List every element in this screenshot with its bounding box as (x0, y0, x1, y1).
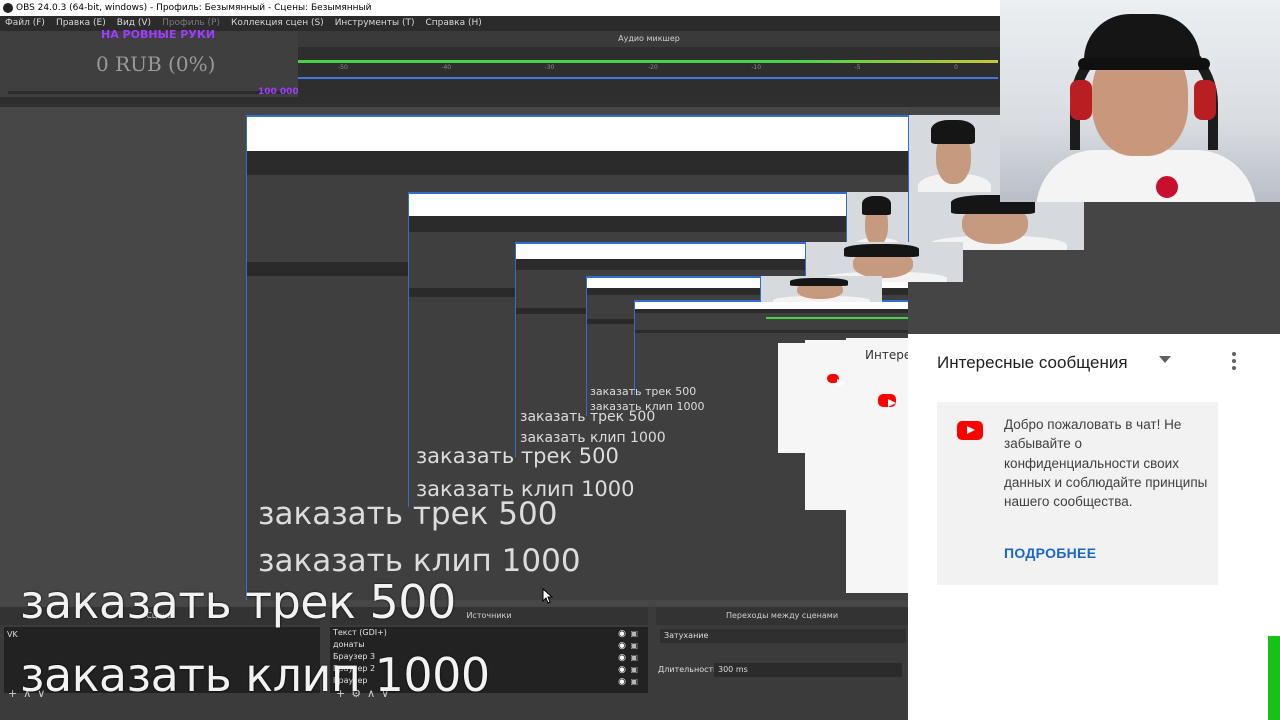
cap-visor (1078, 58, 1210, 70)
recursive-webcam (908, 115, 1000, 192)
order-clip-text: заказать клип 1000 (20, 648, 490, 702)
donation-goal-title: НА РОВНЫЕ РУКИ (101, 28, 216, 41)
streamer-shirt (1036, 150, 1256, 202)
source-name: Текст (GDI+) (333, 628, 387, 637)
headset-earcup (1194, 80, 1216, 120)
youtube-icon (957, 421, 983, 440)
meter-tick-label: -50 (338, 64, 348, 71)
volume-slider[interactable] (298, 77, 998, 79)
chat-welcome-card: Добро пожаловать в чат! Не забывайте о к… (937, 402, 1218, 585)
dock-separator (0, 97, 1000, 107)
mouse-cursor-icon (542, 588, 554, 604)
lock-icon[interactable]: ▣ (630, 676, 638, 688)
transitions-dock-title: Переходы между сценами (656, 607, 908, 625)
chat-header: Интересные сообщения (908, 334, 1280, 390)
obs-app-icon (3, 3, 13, 13)
youtube-icon (878, 394, 896, 407)
order-track-text: заказать трек 500 (20, 575, 456, 629)
meter-tick-label: -10 (751, 64, 762, 71)
recursive-chat-3 (778, 343, 805, 453)
transition-select[interactable]: Затухание (660, 629, 906, 643)
window-title: OBS 24.0.3 (64-bit, windows) - Профиль: … (16, 3, 372, 13)
audio-mixer-title: Аудио микшер (298, 31, 1000, 47)
audio-meter-scale: -50 -40 -30 -20 -10 -5 0 (298, 64, 998, 74)
green-screen-edge (1268, 636, 1280, 720)
window-titlebar: OBS 24.0.3 (64-bit, windows) - Профиль: … (0, 0, 1000, 16)
team-logo (1156, 176, 1178, 198)
eye-icon[interactable]: ◉ (618, 676, 626, 688)
menu-edit[interactable]: Правка (E) (56, 16, 106, 31)
recursive-webcam (760, 276, 882, 302)
nested-order-clip-text: заказать клип 1000 (258, 543, 581, 579)
nested-order-track-text: заказать трек 500 (590, 385, 697, 398)
chat-welcome-message: Добро пожаловать в чат! Не забывайте о к… (1004, 417, 1208, 510)
headset-earcup (1070, 80, 1092, 120)
webcam-feed (1000, 0, 1280, 202)
recursive-chat-title: Интере (865, 348, 912, 362)
plus-icon[interactable]: + (8, 687, 17, 701)
youtube-icon (827, 374, 845, 387)
duration-label: Длительность (658, 665, 718, 674)
recursive-chat-2 (805, 340, 846, 510)
nested-order-track-text: заказать трек 500 (520, 409, 656, 425)
youtube-chat-overlay: Интересные сообщения Добро пожаловать в … (908, 334, 1280, 720)
meter-tick-label: -5 (854, 64, 861, 71)
menu-help[interactable]: Справка (H) (425, 16, 481, 31)
meter-tick-label: -30 (544, 64, 555, 71)
menu-tools[interactable]: Инструменты (T) (335, 16, 415, 31)
audio-mixer-panel: -50 -40 -30 -20 -10 -5 0 (298, 47, 1000, 97)
duration-input[interactable]: 300 ms (714, 663, 902, 677)
menu-scene-collection[interactable]: Коллекция сцен (S) (231, 16, 324, 31)
scene-item[interactable]: VK (7, 630, 317, 639)
donation-goal-amount: 0 RUB (0%) (96, 52, 216, 76)
recursive-chat-1: Интере (846, 338, 912, 593)
learn-more-link[interactable]: ПОДРОБНЕЕ (1004, 545, 1096, 561)
donation-goal-target: 100 000 (258, 87, 299, 97)
meter-tick-label: -40 (441, 64, 452, 71)
audio-level-meter (298, 60, 998, 63)
meter-tick-label: -20 (647, 64, 658, 71)
kebab-menu-icon[interactable] (1231, 352, 1237, 374)
menu-file[interactable]: Файл (F) (5, 16, 45, 31)
nested-order-track-text: заказать трек 500 (258, 496, 558, 532)
transitions-panel: Затухание Длительность 300 ms (656, 627, 908, 707)
nested-order-track-text: заказать трек 500 (416, 444, 619, 468)
caret-down-icon[interactable] (1159, 356, 1171, 363)
donation-progress-bar (8, 91, 292, 94)
chat-title[interactable]: Интересные сообщения (937, 353, 1128, 373)
obs-window: OBS 24.0.3 (64-bit, windows) - Профиль: … (0, 0, 1280, 720)
meter-tick-label: 0 (954, 64, 958, 71)
